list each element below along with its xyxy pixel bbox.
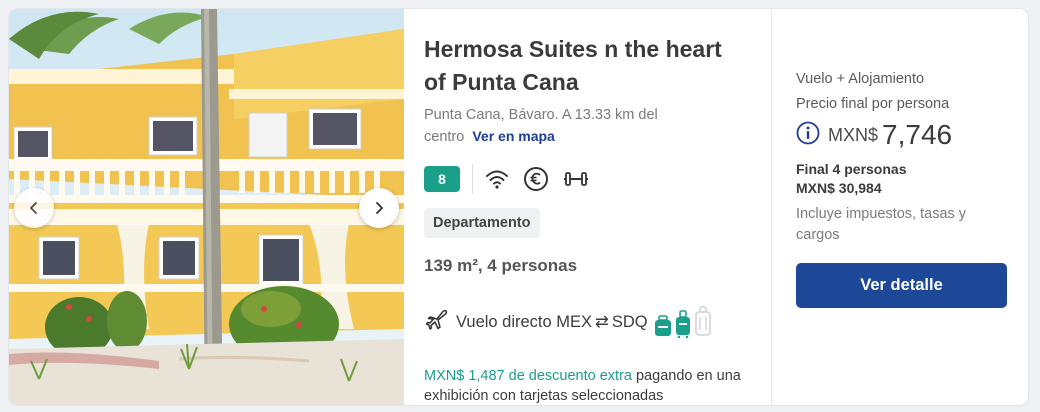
total-label: Final 4 personas [796,161,907,177]
map-link[interactable]: Ver en mapa [472,128,555,144]
price-amount: 7,746 [882,119,953,150]
taxes-note: Incluye impuestos, tasas y cargos [796,206,967,243]
hotel-location: Punta Cana, Bávaro. A 13.33 km del centr… [424,105,694,148]
flight-label: Vuelo directo MEX [456,312,593,331]
promo-highlight: MXN$ 1,487 de descuento extra [424,368,632,384]
flight-info: Vuelo directo MEX ⇄ SDQ [424,306,751,338]
chevron-left-icon [30,202,37,214]
price-currency: MXN$ [828,124,879,145]
hotel-card: Hermosa Suites n the heart of Punta Cana… [8,8,1029,406]
promo-text: MXN$ 1,487 de descuento extra pagando en… [424,366,744,405]
property-type-tag: Departamento [424,208,540,238]
total-value: MXN$ 30,984 [796,180,882,196]
baggage-icons [654,306,712,338]
round-trip-icon: ⇄ [595,313,609,331]
price-panel: Vuelo + Alojamiento Precio final por per… [771,9,1028,405]
room-size: 139 m², 4 personas [424,256,578,275]
checked-bag-icon [694,306,711,336]
per-person-label: Precio final por persona [796,96,950,112]
rating-badge: 8 [424,166,460,192]
next-photo-button[interactable] [359,188,399,228]
plane-icon [424,307,450,338]
hotel-photo-image [9,9,404,405]
personal-bag-icon [654,315,671,336]
divider [472,164,473,194]
hotel-photo[interactable] [9,9,404,405]
carry-on-icon [675,310,690,338]
price-main: MXN$ 7,746 [796,119,1006,151]
hotel-info: Hermosa Suites n the heart of Punta Cana… [404,9,771,405]
prev-photo-button[interactable] [14,188,54,228]
hotel-title[interactable]: Hermosa Suites n the heart of Punta Cana [424,33,744,99]
amenities-row: 8 [424,164,751,194]
euro-icon [523,166,549,192]
package-label: Vuelo + Alojamiento [796,71,925,87]
gym-icon [563,169,589,189]
flight-destination: SDQ [611,312,648,331]
view-detail-button[interactable]: Ver detalle [796,263,1007,308]
info-icon[interactable] [796,121,820,150]
chevron-right-icon [376,202,383,214]
wifi-icon [485,168,509,190]
